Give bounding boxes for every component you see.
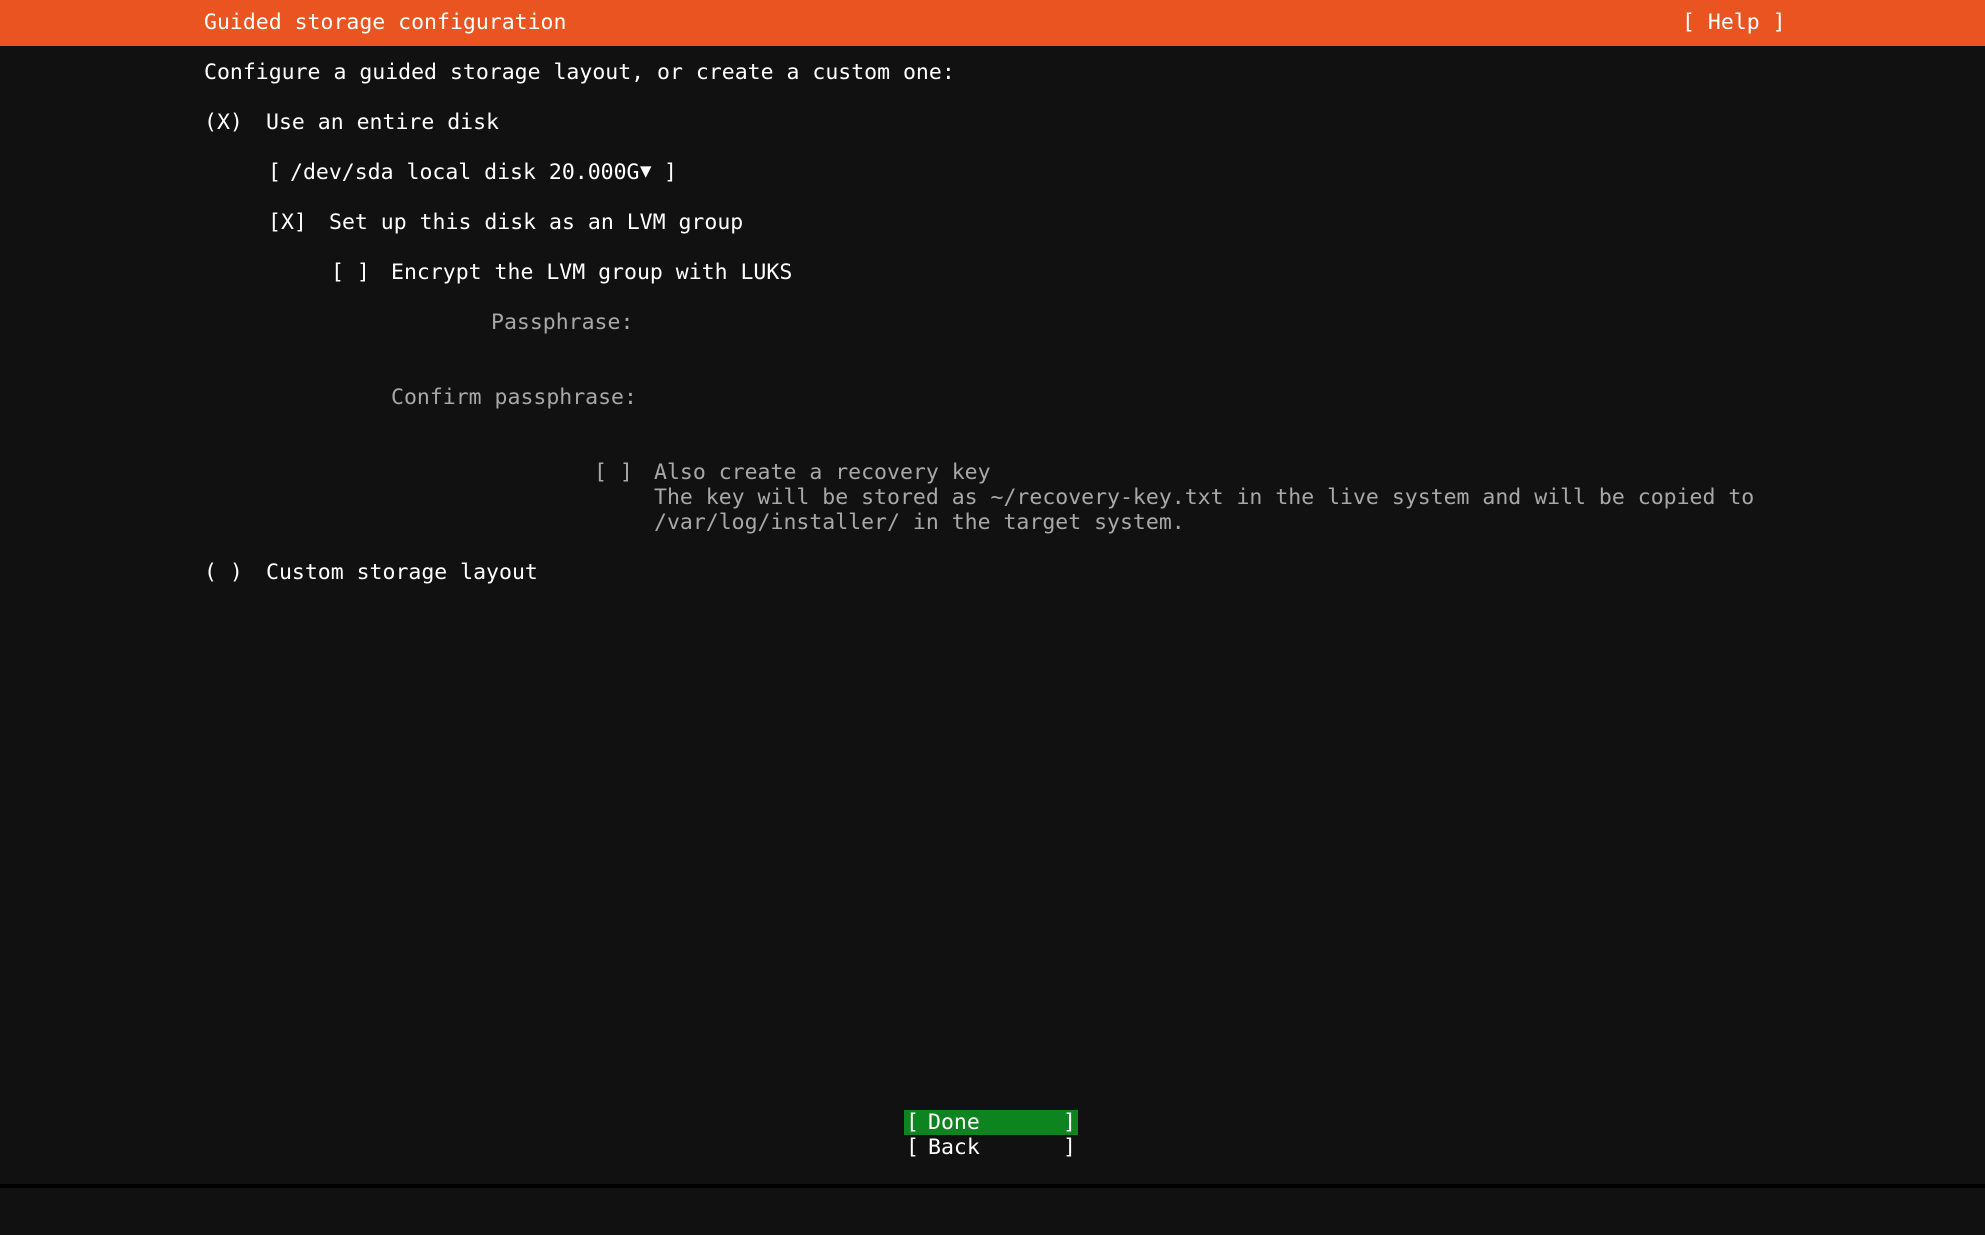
done-button-open-bracket: [ — [906, 1110, 919, 1135]
luks-checkbox-label: Encrypt the LVM group with LUKS — [391, 260, 793, 285]
intro-text: Configure a guided storage layout, or cr… — [204, 60, 955, 85]
disk-select-close-bracket: ] — [664, 160, 677, 185]
done-button[interactable]: [ Done ] — [904, 1110, 1078, 1135]
entire-disk-radio-label: Use an entire disk — [266, 110, 499, 135]
confirm-passphrase-label: Confirm passphrase: — [391, 385, 637, 410]
bottom-edge — [0, 1184, 1985, 1188]
help-button[interactable]: [ Help ] — [1682, 10, 1786, 35]
disk-select-open-bracket: [ — [268, 160, 281, 185]
lvm-checkbox-marker: [X] — [268, 210, 307, 235]
done-button-label: Done — [928, 1110, 980, 1135]
confirm-passphrase-input[interactable] — [652, 385, 1552, 410]
lvm-checkbox-label: Set up this disk as an LVM group — [329, 210, 744, 235]
page-title: Guided storage configuration — [204, 10, 567, 35]
back-button[interactable]: [ Back ] — [904, 1135, 1078, 1160]
disk-select-value: /dev/sda local disk 20.000G — [290, 160, 640, 185]
recovery-key-checkbox-marker: [ ] — [594, 460, 633, 485]
recovery-key-description-line1: The key will be stored as ~/recovery-key… — [654, 485, 1755, 510]
custom-layout-radio-marker: ( ) — [204, 560, 243, 585]
recovery-key-description-line2: /var/log/installer/ in the target system… — [654, 510, 1185, 535]
back-button-close-bracket: ] — [1063, 1135, 1076, 1160]
passphrase-label: Passphrase: — [491, 310, 634, 335]
custom-layout-radio-label: Custom storage layout — [266, 560, 538, 585]
back-button-open-bracket: [ — [906, 1135, 919, 1160]
chevron-down-icon: ▼ — [640, 160, 652, 182]
entire-disk-radio-marker: (X) — [204, 110, 243, 135]
luks-checkbox-marker: [ ] — [331, 260, 370, 285]
passphrase-input[interactable] — [652, 310, 1552, 335]
done-button-close-bracket: ] — [1063, 1110, 1076, 1135]
back-button-label: Back — [928, 1135, 980, 1160]
recovery-key-checkbox-label: Also create a recovery key — [654, 460, 991, 485]
